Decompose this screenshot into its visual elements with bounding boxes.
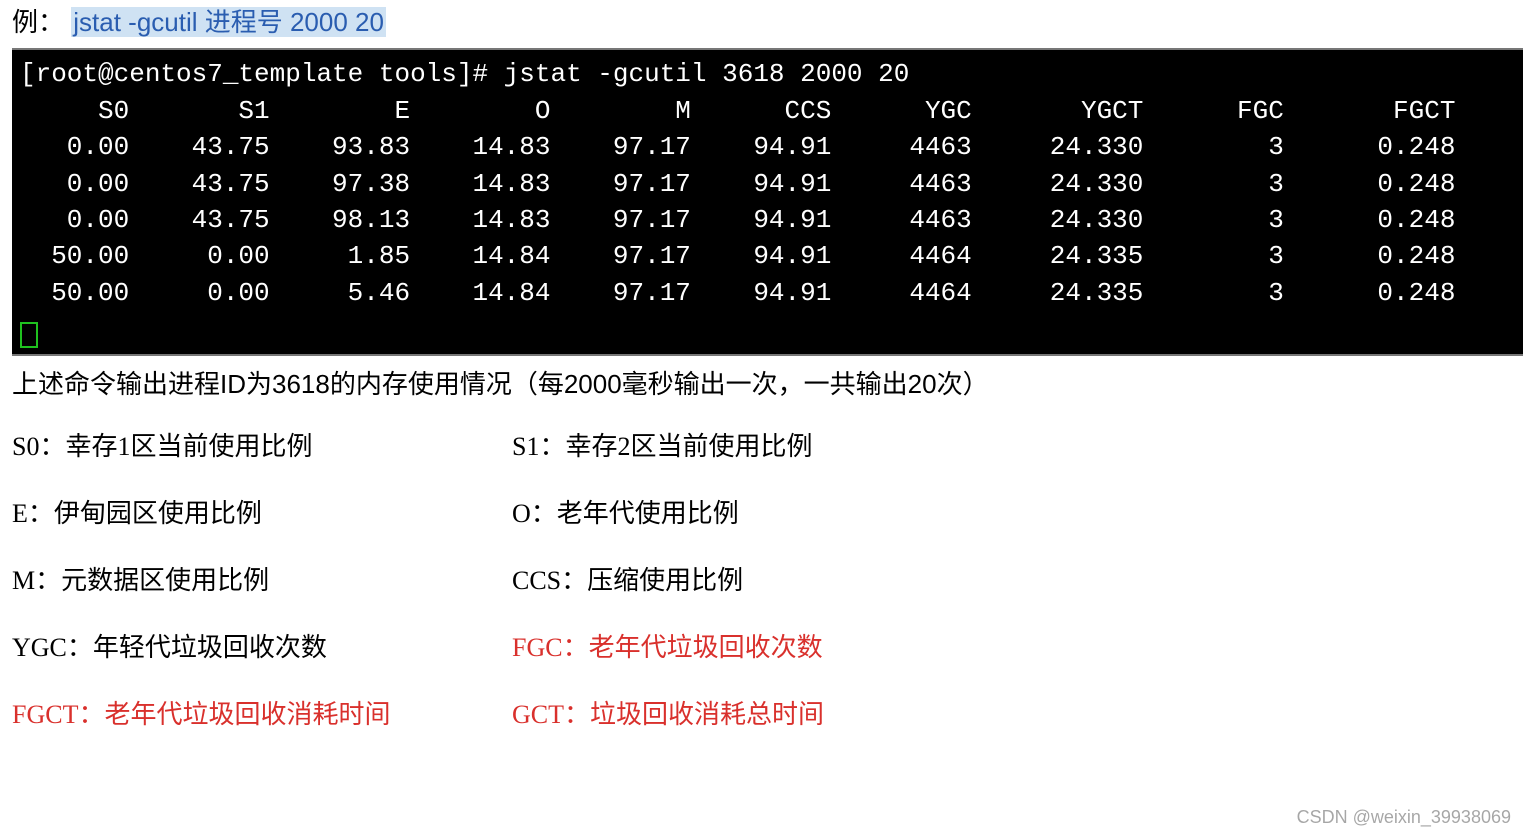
legend-gct: GCT：垃圾回收消耗总时间 <box>512 694 1523 731</box>
terminal-cursor <box>20 322 38 348</box>
watermark: CSDN @weixin_39938069 <box>1297 807 1511 828</box>
legend-fgct: FGCT：老年代垃圾回收消耗时间 <box>12 694 512 731</box>
legend-ccs: CCS：压缩使用比例 <box>512 560 1523 597</box>
legend-fgc: FGC：老年代垃圾回收次数 <box>512 627 1523 664</box>
example-line: 例： jstat -gcutil 进程号 2000 20 <box>12 4 1523 40</box>
legend-m: M：元数据区使用比例 <box>12 560 512 597</box>
legend-s0: S0：幸存1区当前使用比例 <box>12 426 512 463</box>
legend-grid: S0：幸存1区当前使用比例 S1：幸存2区当前使用比例 E：伊甸园区使用比例 O… <box>12 426 1523 731</box>
legend-ygc: YGC：年轻代垃圾回收次数 <box>12 627 512 664</box>
example-command: jstat -gcutil 进程号 2000 20 <box>71 7 386 37</box>
legend-s1: S1：幸存2区当前使用比例 <box>512 426 1523 463</box>
output-description: 上述命令输出进程ID为3618的内存使用情况（每2000毫秒输出一次，一共输出2… <box>12 366 1523 402</box>
legend-o: O：老年代使用比例 <box>512 493 1523 530</box>
legend-e: E：伊甸园区使用比例 <box>12 493 512 530</box>
terminal-output: [root@centos7_template tools]# jstat -gc… <box>12 48 1523 355</box>
example-prefix: 例： <box>12 7 64 37</box>
